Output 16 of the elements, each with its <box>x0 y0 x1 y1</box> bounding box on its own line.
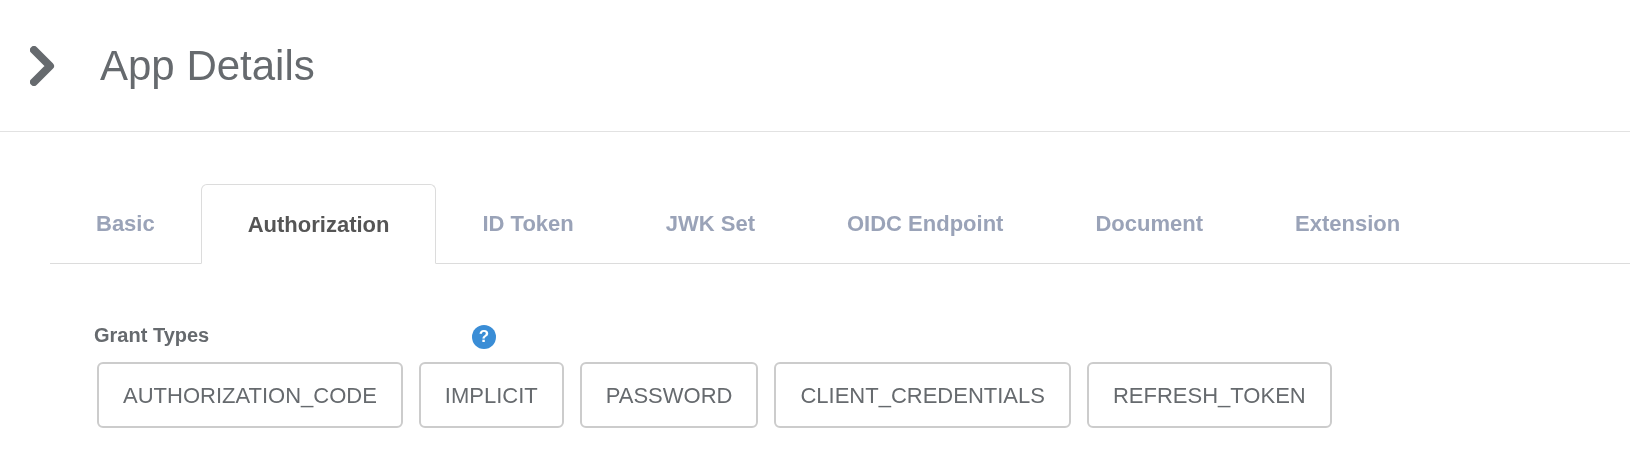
tab[interactable]: Authorization <box>200 184 437 264</box>
page-title: App Details <box>100 41 315 91</box>
tab[interactable]: ID Token <box>436 183 620 263</box>
grant-type-button[interactable]: AUTHORIZATION_CODE <box>97 362 403 428</box>
help-icon[interactable]: ? <box>472 325 496 349</box>
grant-type-button[interactable]: CLIENT_CREDENTIALS <box>774 362 1071 428</box>
tab[interactable]: Basic <box>50 183 201 263</box>
grant-type-button[interactable]: PASSWORD <box>579 362 759 428</box>
tab[interactable]: Extension <box>1249 183 1447 263</box>
field-label: Grant Types <box>94 323 211 348</box>
tab[interactable]: OIDC Endpoint <box>801 183 1050 263</box>
grant-type-button[interactable]: REFRESH_TOKEN <box>1086 362 1332 428</box>
tab[interactable]: Document <box>1049 183 1249 263</box>
chevron-right-icon[interactable] <box>30 45 56 86</box>
grant-type-button[interactable]: IMPLICIT <box>418 362 564 428</box>
tab[interactable]: JWK Set <box>619 183 801 263</box>
